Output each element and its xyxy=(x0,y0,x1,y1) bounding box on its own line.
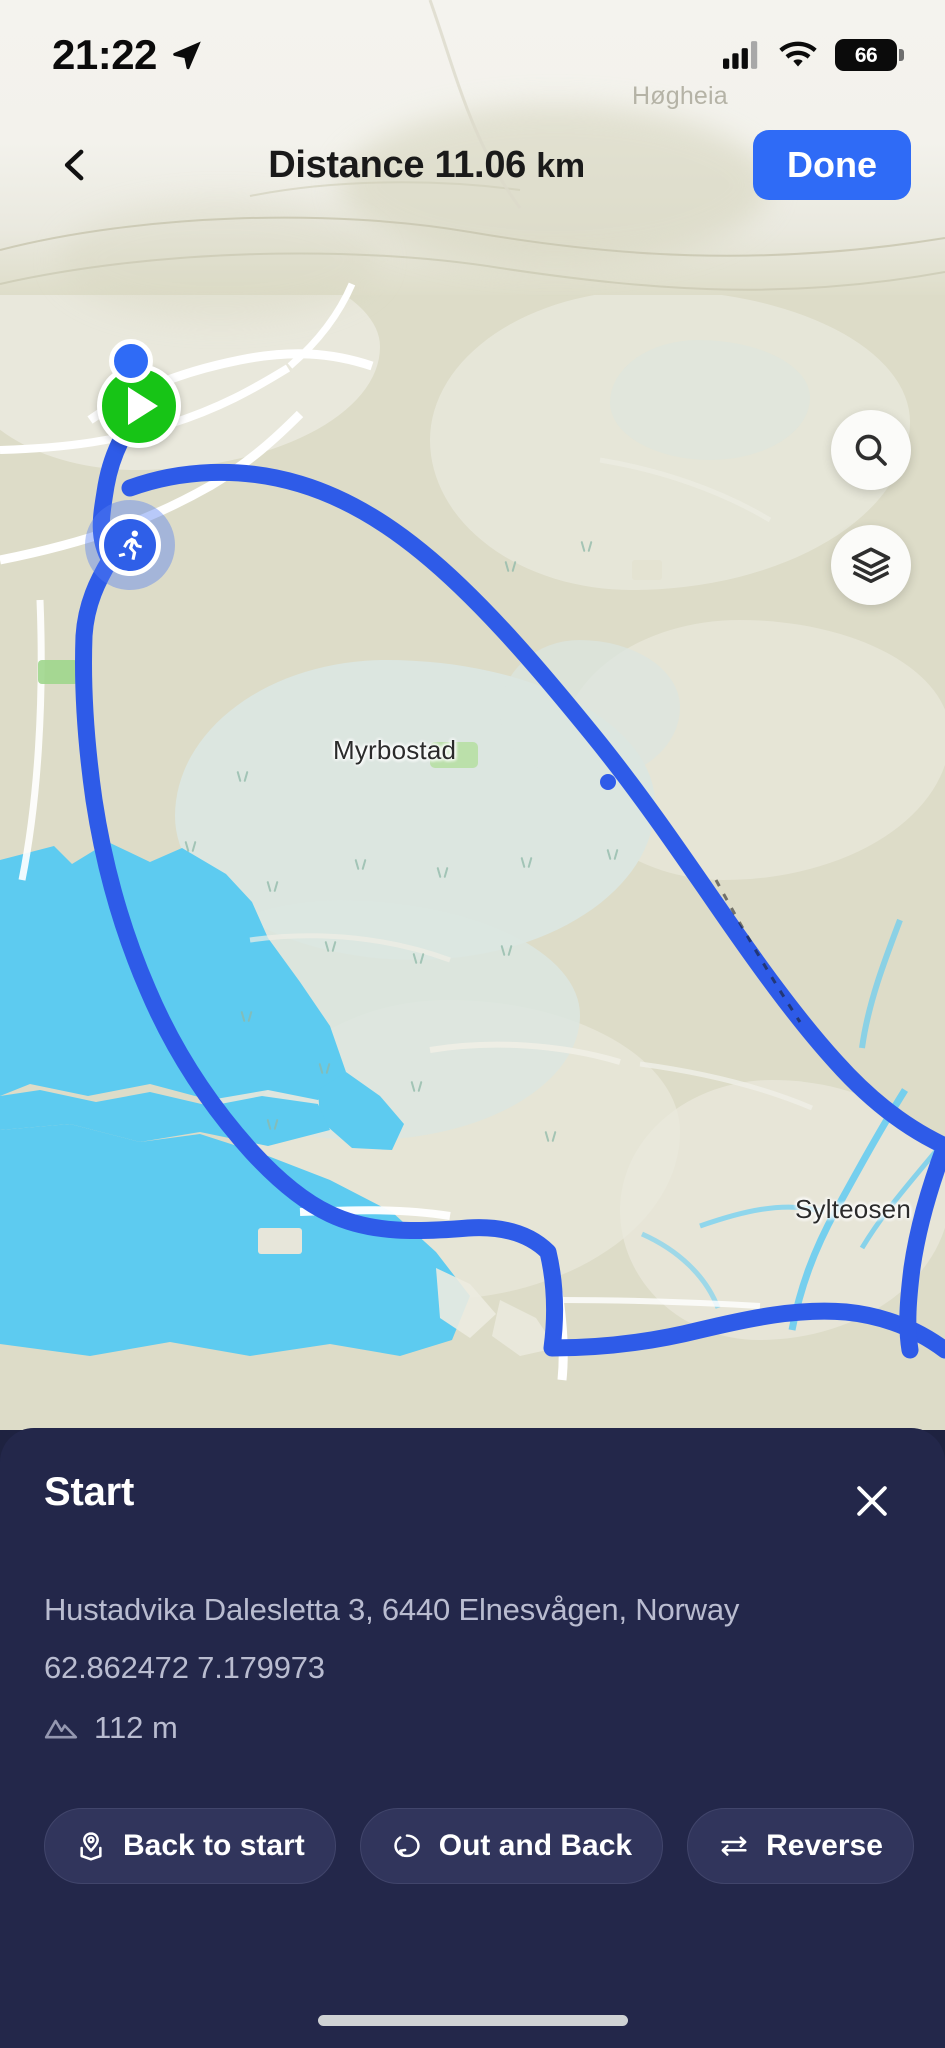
route-waypoint-node[interactable] xyxy=(600,774,616,790)
out-and-back-button[interactable]: Out and Back xyxy=(359,1808,664,1884)
swap-arrows-icon xyxy=(721,1836,747,1856)
cellular-bars-icon xyxy=(723,41,758,69)
map-label-myrbostad: Myrbostad xyxy=(333,735,457,765)
waypoint-elevation-row: 112 m xyxy=(44,1710,901,1746)
battery-icon: 66 xyxy=(835,39,904,71)
mountain-icon xyxy=(44,1719,78,1739)
status-bar-left: 21:22 xyxy=(52,31,205,79)
close-button[interactable] xyxy=(843,1472,901,1530)
search-icon xyxy=(855,434,887,466)
chevron-left-icon xyxy=(64,149,84,181)
search-button[interactable] xyxy=(831,410,911,490)
play-icon xyxy=(127,387,158,425)
distance-label: Distance xyxy=(268,143,425,186)
location-arrow-icon xyxy=(173,41,201,70)
running-icon xyxy=(99,514,161,576)
sheet-actions: Back to start Out and Back Reverse xyxy=(44,1808,914,1884)
distance-value: 11.06 xyxy=(434,143,526,186)
layers-icon xyxy=(851,547,891,584)
sheet-header: Start xyxy=(44,1470,901,1530)
close-icon xyxy=(857,1486,887,1516)
done-button[interactable]: Done xyxy=(753,130,911,200)
home-indicator[interactable] xyxy=(317,2015,628,2026)
map-label-sylteosen: Sylteosen xyxy=(795,1194,911,1224)
map-pin-icon xyxy=(80,1832,102,1861)
battery-level: 66 xyxy=(854,43,878,67)
distance-unit: km xyxy=(536,146,585,185)
reverse-label: Reverse xyxy=(766,1829,883,1862)
out-and-back-label: Out and Back xyxy=(438,1829,633,1862)
route-planner-screen: Høgheia Myrbostad Sylteosen 21:22 66 Dis… xyxy=(0,0,945,2048)
loop-arrow-icon xyxy=(394,1834,420,1858)
back-to-start-label: Back to start xyxy=(123,1829,305,1862)
waypoint-detail-sheet: Start Hustadvika Dalesletta 3, 6440 Elne… xyxy=(0,1428,945,2048)
status-bar-clock: 21:22 xyxy=(52,31,157,78)
layers-button[interactable] xyxy=(831,525,911,605)
waypoint-address: Hustadvika Dalesletta 3, 6440 Elnesvågen… xyxy=(44,1592,740,1627)
nav-bar: Distance 11.06 km Done xyxy=(0,110,945,220)
status-bar: 21:22 66 xyxy=(0,0,945,110)
reverse-button[interactable]: Reverse xyxy=(687,1808,914,1884)
current-position-marker[interactable] xyxy=(109,339,153,383)
activity-marker[interactable] xyxy=(85,500,175,590)
back-to-start-button[interactable]: Back to start xyxy=(44,1808,336,1884)
waypoint-elevation-value: 112 m xyxy=(94,1710,178,1745)
sheet-title: Start xyxy=(44,1470,135,1514)
waypoint-coordinates: 62.862472 7.179973 xyxy=(44,1650,325,1685)
status-bar-right: 66 xyxy=(723,39,904,71)
wifi-icon xyxy=(779,41,817,67)
page-title: Distance 11.06 km xyxy=(100,144,753,187)
